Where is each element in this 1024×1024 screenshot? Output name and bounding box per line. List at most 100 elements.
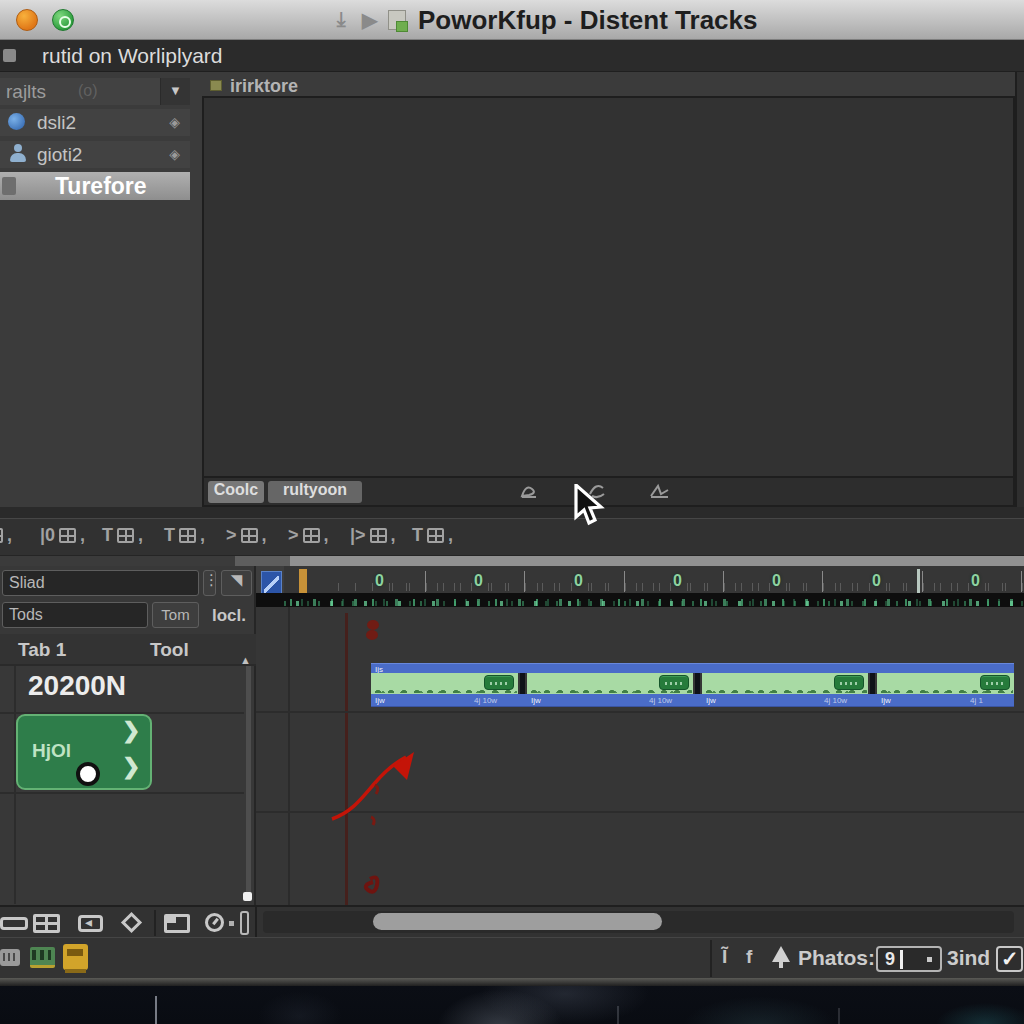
search-input[interactable]: Sliad bbox=[2, 570, 199, 596]
viewer-tab-label: irirktore bbox=[230, 76, 298, 97]
tool-group[interactable]: |0, bbox=[40, 525, 85, 546]
tool-group[interactable]: T, bbox=[412, 525, 453, 546]
column-tab1[interactable]: Tab 1 bbox=[18, 639, 66, 661]
item-icon bbox=[2, 177, 16, 195]
annotation-overlay bbox=[256, 566, 1024, 905]
row-separator bbox=[0, 792, 244, 794]
brick-icon bbox=[241, 528, 258, 543]
text-tool-glyph[interactable]: Ĩ bbox=[722, 946, 727, 968]
menu-icon bbox=[3, 49, 16, 62]
dropdown-hint: (o) bbox=[78, 82, 98, 100]
brick-icon bbox=[0, 528, 3, 543]
section-divider bbox=[0, 507, 1024, 518]
menu-dots-button[interactable]: ⋮ bbox=[203, 570, 216, 596]
sidebar-item-gioti2[interactable]: gioti2 ◈ bbox=[0, 141, 190, 168]
tool-strip: , |0, T, T, >, >, |>, T, bbox=[0, 518, 1024, 556]
tool-group[interactable]: >, bbox=[226, 525, 267, 546]
bind-checkbox[interactable] bbox=[996, 946, 1023, 972]
panel-icon bbox=[210, 80, 222, 91]
sidebar-dropdown[interactable]: rajlts (o) ▼ bbox=[0, 78, 190, 105]
tool-group[interactable]: T, bbox=[102, 525, 143, 546]
lock-label: locl. bbox=[212, 606, 246, 626]
bind-label: 3ind bbox=[947, 946, 990, 970]
keyframe-dot[interactable] bbox=[76, 762, 100, 786]
diamond-icon[interactable]: ◈ bbox=[169, 114, 180, 130]
chevron-right-icon[interactable]: ❯ bbox=[122, 754, 140, 780]
globe-icon bbox=[8, 113, 25, 130]
scroll-up-icon[interactable]: ▲ bbox=[240, 654, 251, 666]
dot-indicator bbox=[229, 921, 234, 926]
clip-source-item[interactable]: HjOl ❯ ❯ bbox=[16, 714, 152, 790]
effects-panel: Sliad ⋮ ◥ Tods Tom locl. Tab 1 Tool 2020… bbox=[0, 566, 256, 905]
scrollbar-track[interactable] bbox=[246, 666, 251, 896]
chevron-right-icon[interactable]: ❯ bbox=[122, 718, 140, 744]
brick-icon bbox=[370, 528, 387, 543]
brick-icon bbox=[427, 528, 444, 543]
window-bottom-edge bbox=[0, 978, 1024, 986]
menu-bar: rutid on Worliplyard bbox=[0, 40, 1024, 72]
toolbar-divider bbox=[255, 907, 257, 939]
tool-glyph-icon[interactable] bbox=[648, 480, 672, 502]
sidebar-item-label: dsli2 bbox=[37, 112, 76, 134]
background-detail bbox=[155, 996, 157, 1024]
photos-count-input[interactable]: 9 bbox=[876, 946, 942, 972]
desktop-background-image bbox=[0, 986, 1024, 1024]
mini-scrollbar[interactable] bbox=[240, 911, 249, 935]
clock-icon[interactable] bbox=[205, 913, 224, 932]
insert-icon[interactable] bbox=[78, 915, 103, 932]
window-button-green[interactable] bbox=[52, 9, 74, 31]
filmstrip-icon[interactable] bbox=[33, 914, 60, 933]
sidebar-item-turefore[interactable]: Turefore bbox=[0, 172, 190, 200]
brick-icon bbox=[179, 528, 196, 543]
timeline-scroll-handle[interactable] bbox=[290, 556, 1024, 566]
viewer-canvas[interactable] bbox=[202, 96, 1015, 478]
list-header: Tab 1 Tool bbox=[0, 634, 256, 666]
toolbar-separator bbox=[154, 910, 156, 936]
gutter-line bbox=[14, 666, 16, 904]
menu-label: rutid on Worliplyard bbox=[42, 44, 223, 68]
function-glyph[interactable]: f bbox=[746, 946, 752, 968]
application-window: ⤓ ▶ PoworKfup - Distent Tracks rutid on … bbox=[0, 0, 1024, 1024]
tools-input[interactable]: Tods bbox=[2, 602, 148, 628]
brick-icon bbox=[117, 528, 134, 543]
status-bar: Ĩ f Phatos: 9 3ind bbox=[0, 937, 1024, 978]
brick-icon bbox=[303, 528, 320, 543]
list-row-value[interactable]: 20200N bbox=[28, 670, 126, 702]
clip-source-label: HjOl bbox=[32, 740, 71, 762]
scrollbar-thumb[interactable] bbox=[243, 892, 252, 901]
sidebar-item-dsli2[interactable]: dsli2 ◈ bbox=[0, 109, 190, 136]
background-detail bbox=[838, 1008, 840, 1024]
keyframe-icon[interactable] bbox=[121, 912, 142, 933]
brick-icon bbox=[59, 528, 76, 543]
slate-icon[interactable] bbox=[164, 914, 190, 933]
mouse-cursor bbox=[573, 484, 613, 528]
title-bar: ⤓ ▶ PoworKfup - Distent Tracks bbox=[0, 0, 1024, 40]
chevron-down-icon[interactable]: ▼ bbox=[160, 78, 190, 105]
tool-group[interactable]: , bbox=[0, 525, 12, 546]
timeline: 0000000 IjsIjw4j 10wIjw4j 10wIjw4j 10wIj… bbox=[256, 566, 1024, 905]
status-icon-yellow[interactable] bbox=[63, 944, 88, 970]
sidebar-item-label: gioti2 bbox=[37, 144, 82, 166]
dropdown-dot-icon bbox=[927, 957, 932, 962]
tom-button[interactable]: Tom bbox=[152, 602, 199, 628]
rultyoon-button[interactable]: rultyoon bbox=[268, 481, 362, 503]
timeline-hscroll-handle[interactable] bbox=[373, 913, 662, 930]
bottom-toolbar bbox=[0, 905, 1024, 937]
status-icon-gray[interactable] bbox=[0, 949, 20, 966]
document-icon bbox=[388, 10, 406, 30]
tool-group[interactable]: >, bbox=[288, 525, 329, 546]
text-caret bbox=[900, 950, 903, 969]
column-tool[interactable]: Tool bbox=[150, 639, 189, 661]
diamond-icon[interactable]: ◈ bbox=[169, 146, 180, 162]
region-tool-icon[interactable] bbox=[0, 917, 28, 930]
tool-group[interactable]: T, bbox=[164, 525, 205, 546]
status-icon-film[interactable] bbox=[30, 947, 55, 968]
tree-icon[interactable] bbox=[772, 946, 790, 962]
window-button-orange[interactable] bbox=[16, 9, 38, 31]
tool-group[interactable]: |>, bbox=[350, 525, 396, 546]
expand-button[interactable]: ◥ bbox=[221, 570, 252, 596]
window-title: PoworKfup - Distent Tracks bbox=[418, 5, 758, 36]
dropdown-label: rajlts bbox=[6, 81, 46, 103]
tool-glyph-icon[interactable] bbox=[518, 480, 542, 502]
coolc-button[interactable]: Coolc bbox=[208, 481, 264, 503]
